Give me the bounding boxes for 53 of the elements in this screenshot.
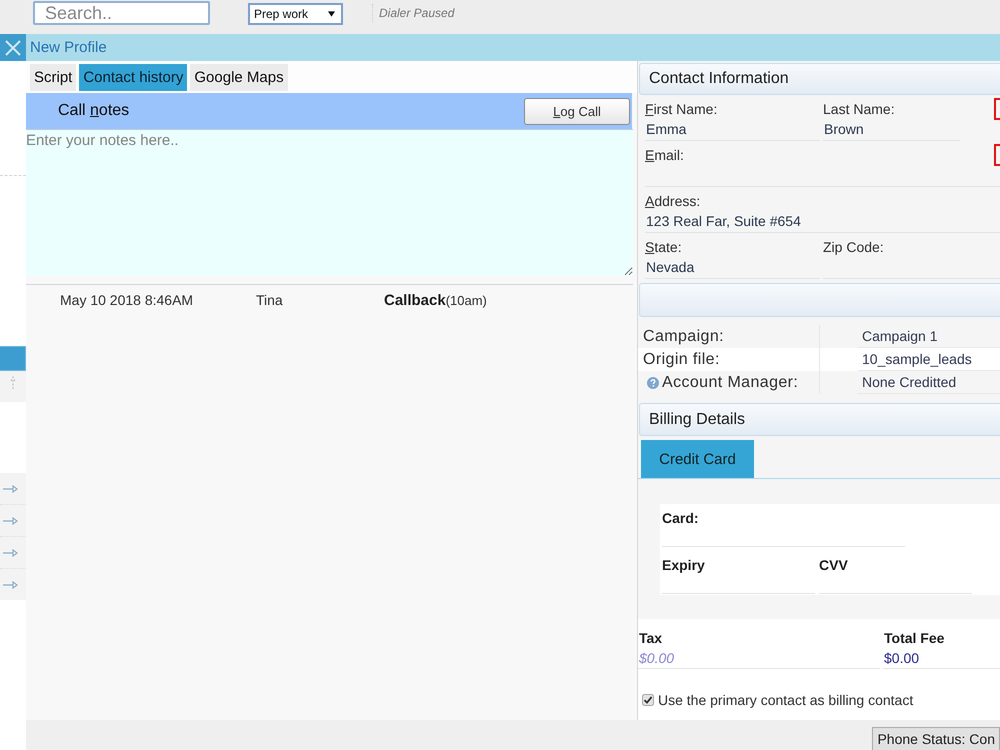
mode-select[interactable]: Prep work: [248, 3, 343, 25]
history-date: May 10 2018 8:46AM: [60, 291, 194, 310]
field-label: Zip Code:: [823, 238, 884, 257]
profile-title: New Profile: [30, 39, 107, 56]
caret-icon: [328, 11, 335, 17]
field-label: CVV: [819, 556, 848, 575]
tab[interactable]: Credit Card: [641, 440, 754, 478]
phone-status-button[interactable]: Phone Status: Con: [872, 727, 1000, 750]
dialer-status: Dialer Paused: [372, 4, 454, 22]
log-call-button[interactable]: Log Call: [524, 98, 630, 124]
field-label: Total Fee: [883, 629, 944, 648]
right-arrow-icon: [3, 580, 18, 588]
section-header: Billing Details: [639, 403, 1000, 436]
field-label: Address:: [645, 192, 700, 211]
scroll-up-button[interactable]: [0, 371, 26, 402]
up-arrow-icon: [10, 376, 16, 390]
right-arrow-icon: [3, 484, 18, 492]
tab[interactable]: Google Maps: [190, 64, 288, 91]
section-header: Contact Information: [639, 63, 1000, 95]
notes-title: Call notes: [58, 102, 130, 120]
call-outcome: Callback: [384, 291, 446, 311]
detail-value: 10_sample_leads: [858, 348, 1000, 370]
field-label: Expiry: [662, 556, 705, 575]
tab[interactable]: Contact history: [79, 64, 188, 91]
text-field[interactable]: Brown: [823, 119, 960, 141]
field-label: Last Name:: [823, 100, 895, 119]
right-arrow-icon: [3, 516, 18, 524]
detail-label: Account Manager:: [662, 374, 798, 392]
edge-button[interactable]: [994, 98, 1000, 120]
detail-label: Origin file:: [643, 350, 720, 368]
callback-time: (10am): [446, 292, 487, 310]
close-button[interactable]: [0, 34, 26, 61]
edge-button[interactable]: [994, 144, 1000, 166]
text-field[interactable]: 123 Real Far, Suite #654: [645, 211, 1000, 233]
field-label: First Name:: [645, 100, 718, 119]
history-agent: Tina: [256, 291, 284, 310]
detail-value: None Creditted: [858, 372, 1000, 394]
search-field[interactable]: Search..: [33, 1, 210, 25]
sidebar-button[interactable]: [0, 346, 26, 371]
text-field[interactable]: Emma: [645, 119, 820, 141]
detail-label: Campaign:: [643, 328, 724, 346]
field-label: Card:: [662, 509, 699, 528]
text-field[interactable]: Nevada: [645, 257, 820, 279]
notes-field[interactable]: Enter your notes here..: [26, 129, 633, 276]
tab[interactable]: Script: [30, 64, 76, 91]
field-label: Tax: [638, 629, 662, 648]
checkbox-label[interactable]: Use the primary contact as billing contact: [658, 692, 914, 708]
close-icon: [5, 40, 21, 56]
field-label: Email:: [645, 146, 684, 165]
checkbox[interactable]: [642, 694, 654, 706]
help-icon[interactable]: [647, 376, 659, 388]
right-arrow-icon: [3, 548, 18, 556]
field-label: State:: [645, 238, 682, 257]
